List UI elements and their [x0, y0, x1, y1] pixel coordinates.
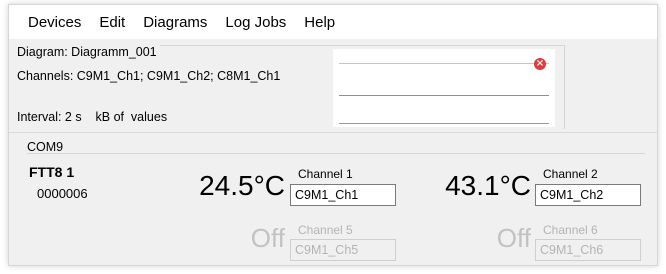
channel-2-input[interactable]: C9M1_Ch2	[535, 184, 641, 206]
diagram-preview[interactable]	[333, 49, 555, 127]
series-line-3	[339, 123, 549, 124]
channel-2-reading: 43.1°C	[445, 170, 531, 201]
channel-2-label: Channel 2	[543, 167, 598, 181]
series-line-1	[339, 63, 549, 64]
channel-6-input: C9M1_Ch6	[535, 239, 641, 261]
menu-bar: Devices Edit Diagrams Log Jobs Help	[9, 5, 657, 39]
diagram-title: Diagram: Diagramm_001	[17, 45, 160, 59]
channel-5-label: Channel 5	[298, 223, 353, 237]
menu-log-jobs[interactable]: Log Jobs	[216, 14, 295, 31]
channel-6-label: Channel 6	[543, 223, 598, 237]
channel-5-input: C9M1_Ch5	[290, 239, 396, 261]
device-panel: FTT8 1 0000006 24.5°C Channel 1 C9M1_Ch1…	[27, 153, 645, 261]
channel-1-input[interactable]: C9M1_Ch1	[290, 184, 396, 206]
divider	[9, 132, 657, 133]
diagram-panel: Diagram: Diagramm_001 Channels: C9M1_Ch1…	[17, 45, 565, 129]
port-label: COM9	[27, 140, 64, 154]
channel-5-reading: Off	[250, 223, 285, 253]
close-icon[interactable]: ×	[534, 58, 546, 70]
channel-6-reading: Off	[496, 223, 531, 253]
diagram-channels: Channels: C9M1_Ch1; C9M1_Ch2; C8M1_Ch1	[17, 69, 284, 83]
app-window: Devices Edit Diagrams Log Jobs Help Diag…	[8, 4, 658, 266]
menu-help[interactable]: Help	[295, 14, 344, 31]
menu-edit[interactable]: Edit	[90, 14, 134, 31]
channel-1-label: Channel 1	[298, 167, 353, 181]
menu-devices[interactable]: Devices	[19, 14, 90, 31]
device-name: FTT8 1	[29, 164, 75, 180]
diagram-interval: Interval: 2 s kB of values	[17, 110, 171, 124]
series-line-2	[339, 95, 549, 96]
channel-1-reading: 24.5°C	[199, 170, 285, 201]
device-serial: 0000006	[37, 186, 88, 201]
menu-diagrams[interactable]: Diagrams	[134, 14, 216, 31]
